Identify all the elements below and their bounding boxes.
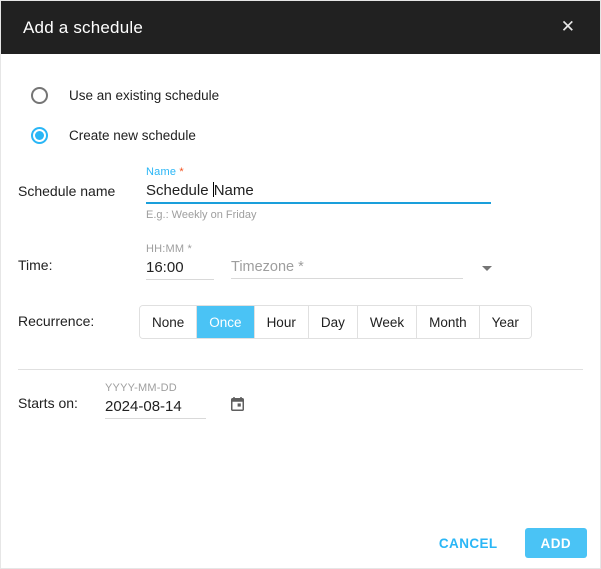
schedule-name-field[interactable]: Name * Schedule Name E.g.: Weekly on Fri… bbox=[146, 166, 491, 221]
input-underline-focused bbox=[146, 202, 491, 204]
time-row: Time: HH:MM * 16:00 Timezone * bbox=[18, 243, 600, 280]
time-input-underline bbox=[146, 279, 214, 280]
required-asterisk: * bbox=[176, 166, 184, 178]
dialog-footer: CANCEL ADD bbox=[439, 528, 587, 558]
recurrence-option-week[interactable]: Week bbox=[358, 306, 417, 338]
hhmm-field-label: HH:MM * bbox=[146, 243, 214, 256]
recurrence-option-month[interactable]: Month bbox=[417, 306, 480, 338]
schedule-name-row: Schedule name Name * Schedule Name E.g.:… bbox=[18, 166, 600, 221]
recurrence-row: Recurrence: None Once Hour Day Week Mont… bbox=[18, 305, 600, 339]
date-input-underline bbox=[105, 418, 206, 419]
recurrence-button-group: None Once Hour Day Week Month Year bbox=[139, 305, 532, 339]
cancel-button[interactable]: CANCEL bbox=[439, 536, 498, 551]
close-icon[interactable]: ✕ bbox=[557, 15, 579, 40]
date-format-label: YYYY-MM-DD bbox=[105, 382, 206, 395]
time-hhmm-field[interactable]: HH:MM * 16:00 bbox=[146, 243, 214, 280]
dialog-header: Add a schedule ✕ bbox=[1, 1, 600, 54]
recurrence-option-none[interactable]: None bbox=[140, 306, 197, 338]
radio-option-existing-schedule[interactable]: Use an existing schedule bbox=[31, 87, 600, 104]
time-input[interactable]: 16:00 bbox=[146, 256, 214, 279]
recurrence-option-once[interactable]: Once bbox=[197, 306, 254, 338]
recurrence-option-hour[interactable]: Hour bbox=[255, 306, 309, 338]
radio-label-existing[interactable]: Use an existing schedule bbox=[69, 88, 219, 103]
add-button[interactable]: ADD bbox=[525, 528, 587, 558]
name-helper-text: E.g.: Weekly on Friday bbox=[146, 209, 491, 221]
schedule-name-row-label: Schedule name bbox=[18, 166, 146, 221]
recurrence-row-label: Recurrence: bbox=[18, 305, 139, 339]
timezone-dropdown-arrow-icon[interactable] bbox=[482, 266, 492, 271]
timezone-underline bbox=[231, 278, 463, 279]
recurrence-option-year[interactable]: Year bbox=[480, 306, 531, 338]
section-divider bbox=[18, 369, 583, 370]
start-date-input[interactable]: 2024-08-14 bbox=[105, 395, 206, 418]
starts-on-row-label: Starts on: bbox=[18, 382, 105, 419]
radio-label-create-new[interactable]: Create new schedule bbox=[69, 128, 196, 143]
schedule-name-input[interactable]: Schedule Name bbox=[146, 179, 491, 202]
starts-on-row: Starts on: YYYY-MM-DD 2024-08-14 bbox=[18, 382, 600, 419]
recurrence-option-day[interactable]: Day bbox=[309, 306, 358, 338]
dialog-title: Add a schedule bbox=[23, 18, 143, 38]
timezone-placeholder[interactable]: Timezone * bbox=[231, 256, 463, 278]
name-field-label: Name * bbox=[146, 166, 491, 179]
radio-selected-icon[interactable] bbox=[31, 127, 48, 144]
time-row-label: Time: bbox=[18, 243, 146, 280]
radio-option-create-new-schedule[interactable]: Create new schedule bbox=[31, 127, 600, 144]
timezone-field[interactable]: Timezone * bbox=[231, 243, 463, 279]
calendar-icon[interactable] bbox=[229, 396, 246, 413]
start-date-field[interactable]: YYYY-MM-DD 2024-08-14 bbox=[105, 382, 206, 419]
radio-unselected-icon[interactable] bbox=[31, 87, 48, 104]
